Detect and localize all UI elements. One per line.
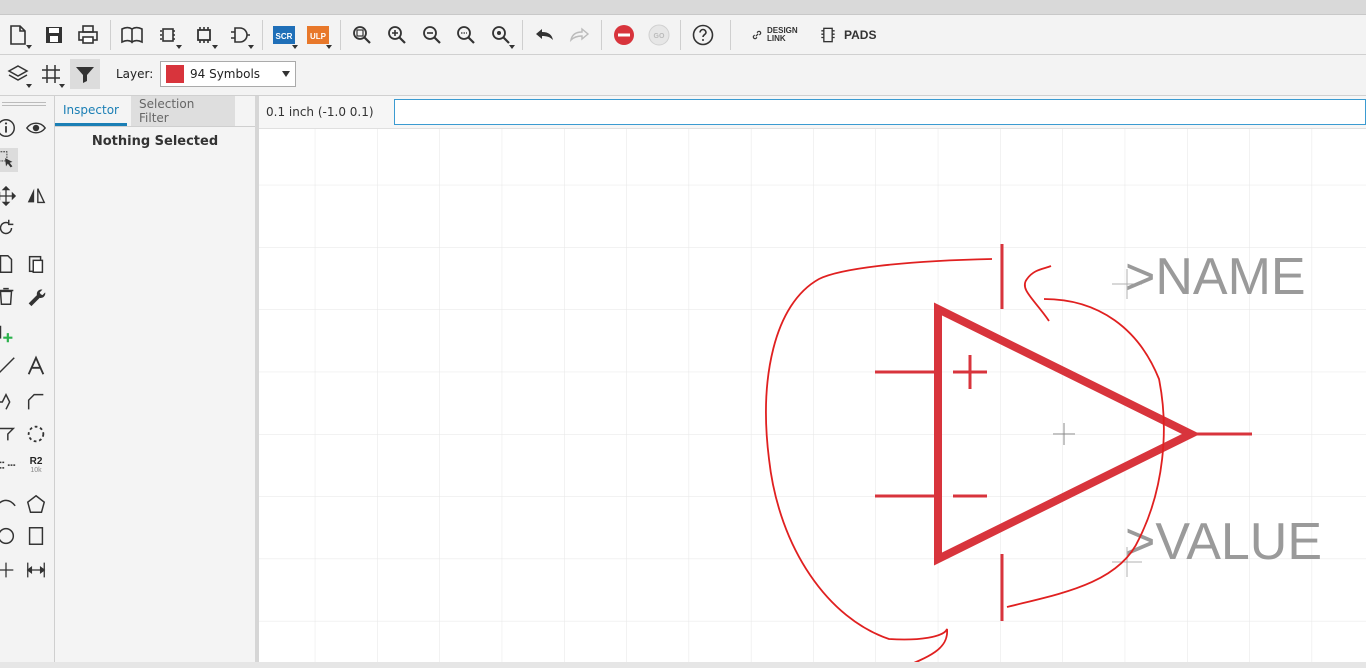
ulp-icon[interactable]: ULP [304,21,332,49]
drawing-canvas[interactable]: >NAME >VALUE [259,129,1366,662]
zoom-out-icon[interactable] [418,21,446,49]
r2-label: R2 [29,456,43,467]
zoom-in-icon[interactable] [383,21,411,49]
delete-trash-icon[interactable] [0,284,18,308]
wrench-icon[interactable] [24,284,48,308]
bottom-border [0,662,1366,668]
pads-button[interactable]: PADS [818,23,876,47]
tab-inspector[interactable]: Inspector [55,96,127,126]
arc-icon[interactable] [0,492,18,516]
chevron-down-icon [282,71,290,77]
grid-background [259,129,1366,662]
go-icon[interactable]: GO [645,21,673,49]
text-icon[interactable] [24,354,48,378]
command-bar: 0.1 inch (-1.0 0.1) [259,96,1366,129]
layers-icon[interactable] [4,60,32,88]
add-pin-icon[interactable] [0,322,18,346]
line-icon[interactable] [0,354,18,378]
symbol-gate-icon[interactable] [226,21,254,49]
dimension-icon[interactable] [24,558,48,582]
undo-icon[interactable] [531,21,559,49]
value-placeholder-text[interactable]: >VALUE [1125,513,1322,571]
group-icon[interactable] [24,422,48,446]
rectangle-icon[interactable] [24,524,48,548]
save-icon[interactable] [40,21,68,49]
layer-label: Layer: [116,67,154,81]
move-icon[interactable] [0,184,18,208]
rotate-icon[interactable] [0,216,18,240]
name-placeholder-text[interactable]: >NAME [1125,248,1306,306]
copy-icon[interactable] [0,252,18,276]
smash-icon[interactable] [0,422,18,446]
split-icon[interactable] [0,390,18,414]
layer-select-value: 94 Symbols [190,67,261,81]
redo-icon[interactable] [565,21,593,49]
title-bar [0,0,1366,15]
script-scr-icon[interactable]: SCR [270,21,298,49]
polygon-icon[interactable] [24,492,48,516]
design-link-button[interactable]: DESIGN LINK [750,23,798,47]
name-icon[interactable] [0,454,18,478]
stop-icon[interactable] [610,21,638,49]
new-file-icon[interactable] [4,21,32,49]
show-eye-icon[interactable] [24,116,48,140]
link-icon [752,30,762,40]
mark-icon[interactable] [0,558,18,582]
zoom-fit-icon[interactable] [348,21,376,49]
layer-color-swatch [166,65,184,83]
grid-icon[interactable] [37,60,65,88]
paste-icon[interactable] [24,252,48,276]
tool-palette: R2 10k [0,96,55,668]
print-icon[interactable] [74,21,102,49]
select-arrow-icon[interactable] [0,148,18,172]
grid-coordinates: 0.1 inch (-1.0 0.1) [266,105,374,119]
zoom-previous-icon[interactable] [452,21,480,49]
zoom-select-icon[interactable] [487,21,515,49]
schematic-canvas-svg: >NAME >VALUE [259,129,1366,662]
panel-tabs: Inspector Selection Filter [55,96,255,127]
pads-label: PADS [844,28,877,42]
package-icon[interactable] [190,21,218,49]
inspector-panel: Inspector Selection Filter Nothing Selec… [55,96,259,662]
svg-text:SCR: SCR [276,32,293,41]
design-link-line2: LINK [767,34,786,43]
svg-text:ULP: ULP [310,32,327,41]
footprint-icon[interactable] [154,21,182,49]
svg-text:GO: GO [654,33,665,40]
value-r2-icon[interactable]: R2 10k [24,454,48,478]
library-book-icon[interactable] [118,21,146,49]
r2-sub: 10k [30,467,42,474]
mirror-icon[interactable] [24,184,48,208]
nothing-selected-text: Nothing Selected [91,134,219,149]
layer-toolbar: Layer: 94 Symbols [0,55,1366,96]
chip-icon [821,27,835,43]
info-icon[interactable] [0,116,18,140]
main-toolbar: SCR ULP GO DESIGN LINK PADS [0,15,1366,55]
help-icon[interactable] [689,21,717,49]
miter-icon[interactable] [24,390,48,414]
filter-icon[interactable] [70,59,100,89]
layer-select[interactable]: 94 Symbols [160,61,296,87]
tab-selection-filter[interactable]: Selection Filter [131,96,235,126]
circle-icon[interactable] [0,524,18,548]
command-input[interactable] [394,99,1366,125]
